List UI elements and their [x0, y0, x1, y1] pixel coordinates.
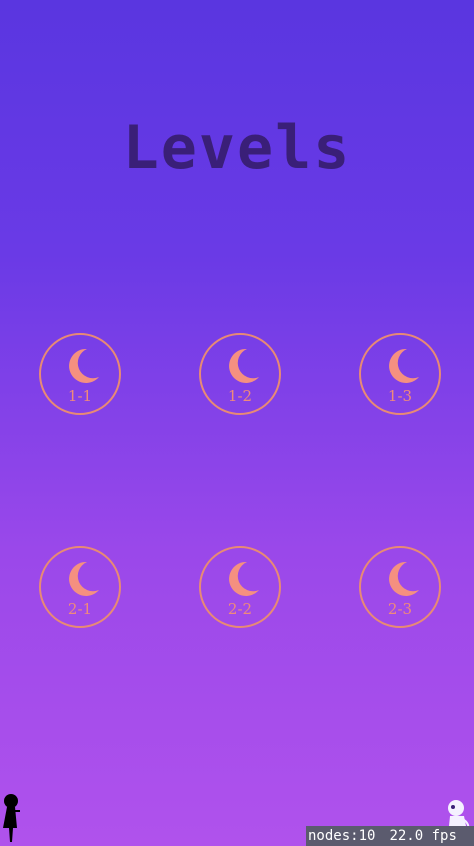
nodes-count: nodes:10	[308, 828, 376, 844]
silhouette-character-icon	[3, 794, 20, 842]
level-button-2-2[interactable]: 2-2	[199, 546, 281, 628]
moon-icon	[389, 561, 419, 596]
moon-icon	[389, 348, 419, 383]
level-button-1-3[interactable]: 1-3	[359, 333, 441, 415]
fps-counter: 22.0 fps	[389, 828, 457, 844]
moon-icon	[69, 348, 99, 383]
page-title: Levels	[122, 113, 352, 183]
level-label: 2-3	[387, 600, 413, 618]
level-button-1-1[interactable]: 1-1	[39, 333, 121, 415]
level-label: 2-1	[67, 600, 93, 618]
level-label: 1-2	[227, 387, 253, 405]
level-label: 1-1	[67, 387, 93, 405]
moon-icon	[69, 561, 99, 596]
level-label: 1-3	[387, 387, 413, 405]
moon-icon	[229, 348, 259, 383]
level-label: 2-2	[227, 600, 253, 618]
debug-stats: nodes:10 22.0 fps	[306, 826, 474, 846]
level-button-2-3[interactable]: 2-3	[359, 546, 441, 628]
level-button-2-1[interactable]: 2-1	[39, 546, 121, 628]
moon-icon	[229, 561, 259, 596]
level-button-1-2[interactable]: 1-2	[199, 333, 281, 415]
